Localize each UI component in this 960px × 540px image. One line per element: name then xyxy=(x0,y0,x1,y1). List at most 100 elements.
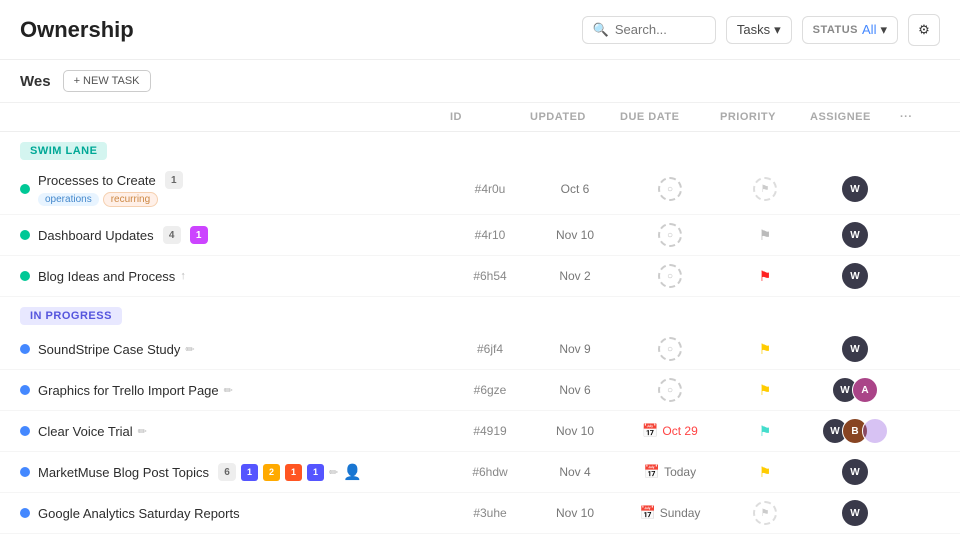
task-name-cell: Graphics for Trello Import Page ✏ xyxy=(20,383,450,398)
task-priority-cell: ⚑ xyxy=(720,177,810,201)
task-name[interactable]: Google Analytics Saturday Reports xyxy=(38,506,240,521)
filter-button[interactable]: ⚙ xyxy=(908,14,940,46)
num-badge-2: 2 xyxy=(263,464,280,481)
new-task-button[interactable]: + NEW TASK xyxy=(63,70,151,92)
filter-icon: ⚙ xyxy=(918,22,930,38)
tasks-label: Tasks xyxy=(737,22,770,37)
col-assignee: ASSIGNEE xyxy=(810,111,900,123)
task-updated: Nov 4 xyxy=(559,465,590,479)
table-row: Processes to Create 1 operations recurri… xyxy=(0,164,960,215)
user-name: Wes xyxy=(20,73,51,90)
table-row: MarketMuse Blog Post Topics 6 1 2 1 1 ✏ … xyxy=(0,452,960,493)
due-date-icon: ○ xyxy=(658,264,682,288)
status-text: STATUS xyxy=(813,24,858,36)
task-assignee-cell: W xyxy=(810,336,900,362)
search-input[interactable] xyxy=(615,22,705,37)
status-dropdown[interactable]: STATUS All ▾ xyxy=(802,16,898,44)
edit-icon[interactable]: ✏ xyxy=(138,425,147,438)
person-add-icon[interactable]: 👤 xyxy=(343,463,362,481)
status-dot xyxy=(20,230,30,240)
task-name-wrapper: Blog Ideas and Process ↑ xyxy=(38,269,186,284)
search-icon: 🔍 xyxy=(593,22,609,38)
task-updated-cell: Nov 10 xyxy=(530,424,620,438)
priority-flag-gray: ⚑ xyxy=(759,227,772,244)
task-name[interactable]: Dashboard Updates xyxy=(38,228,154,243)
task-priority-cell: ⚑ xyxy=(720,268,810,285)
task-priority-cell: ⚑ xyxy=(720,501,810,525)
task-updated-cell: Nov 10 xyxy=(530,228,620,242)
task-updated-cell: Nov 4 xyxy=(530,465,620,479)
task-name[interactable]: Clear Voice Trial xyxy=(38,424,133,439)
num-badge-3: 1 xyxy=(285,464,302,481)
edit-icon[interactable]: ✏ xyxy=(224,384,233,397)
task-id: #4r10 xyxy=(475,228,506,242)
task-id-cell: #6gze xyxy=(450,383,530,397)
task-name-cell: Google Analytics Saturday Reports xyxy=(20,506,450,521)
task-id: #4919 xyxy=(473,424,506,438)
num-badge-1: 1 xyxy=(241,464,258,481)
more-options-icon: ··· xyxy=(900,111,913,123)
task-assignee-cell: W xyxy=(810,263,900,289)
task-updated-cell: Nov 6 xyxy=(530,383,620,397)
avatar: W xyxy=(842,500,868,526)
task-id: #6h54 xyxy=(473,269,506,283)
status-dot xyxy=(20,271,30,281)
search-box[interactable]: 🔍 xyxy=(582,16,716,44)
header-right: 🔍 Tasks ▾ STATUS All ▾ ⚙ xyxy=(582,14,940,46)
page-title: Ownership xyxy=(20,17,582,43)
task-id-cell: #6jf4 xyxy=(450,342,530,356)
due-date-display: 📅 Today xyxy=(644,464,696,480)
task-name[interactable]: SoundStripe Case Study xyxy=(38,342,180,357)
task-id-cell: #4919 xyxy=(450,424,530,438)
task-name[interactable]: Blog Ideas and Process xyxy=(38,269,175,284)
chevron-down-icon: ▾ xyxy=(774,22,781,38)
avatar: W xyxy=(842,336,868,362)
priority-flag-yellow: ⚑ xyxy=(759,382,772,399)
calendar-icon: 📅 xyxy=(644,464,660,480)
avatars-group: W A xyxy=(832,377,878,403)
task-name-wrapper: Dashboard Updates 4 1 xyxy=(38,226,208,244)
header: Ownership 🔍 Tasks ▾ STATUS All ▾ ⚙ xyxy=(0,0,960,60)
due-date-display: 📅 Sunday xyxy=(640,505,701,521)
table-row: SoundStripe Case Study ✏ #6jf4 Nov 9 ○ ⚑… xyxy=(0,329,960,370)
priority-flag-cyan: ⚑ xyxy=(759,423,772,440)
task-id-cell: #3uhe xyxy=(450,506,530,520)
col-more: ··· xyxy=(900,111,940,123)
col-priority: PRIORITY xyxy=(720,111,810,123)
task-name-cell: SoundStripe Case Study ✏ xyxy=(20,342,450,357)
due-date-text: Today xyxy=(664,465,696,479)
tasks-dropdown[interactable]: Tasks ▾ xyxy=(726,16,792,44)
table-row: Clear Voice Trial ✏ #4919 Nov 10 📅 Oct 2… xyxy=(0,411,960,452)
num-badge-4: 1 xyxy=(307,464,324,481)
task-name[interactable]: MarketMuse Blog Post Topics xyxy=(38,465,209,480)
badge-operations: operations xyxy=(38,193,99,206)
task-name[interactable]: Processes to Create xyxy=(38,173,156,188)
content-area: SWIM LANE Processes to Create 1 operatio… xyxy=(0,132,960,540)
task-id: #6hdw xyxy=(472,465,507,479)
status-dot xyxy=(20,184,30,194)
due-date-icon: ○ xyxy=(658,177,682,201)
task-name[interactable]: Graphics for Trello Import Page xyxy=(38,383,219,398)
table-header: ID UPDATED DUE DATE PRIORITY ASSIGNEE ··… xyxy=(0,103,960,132)
task-updated-cell: Oct 6 xyxy=(530,182,620,196)
task-assignee-cell: W A xyxy=(810,377,900,403)
avatar-ghost xyxy=(862,418,888,444)
task-priority-cell: ⚑ xyxy=(720,227,810,244)
due-date-display: 📅 Oct 29 xyxy=(642,423,698,439)
col-name xyxy=(20,111,450,123)
avatar: W xyxy=(842,459,868,485)
edit-icon[interactable]: ✏ xyxy=(329,466,338,479)
subheader: Wes + NEW TASK xyxy=(0,60,960,103)
table-row: Dashboard Updates 4 1 #4r10 Nov 10 ○ ⚑ W xyxy=(0,215,960,256)
task-name-wrapper: Processes to Create 1 operations recurri… xyxy=(38,171,183,207)
priority-flag-yellow: ⚑ xyxy=(759,464,772,481)
avatar: A xyxy=(852,377,878,403)
task-due-cell: ○ xyxy=(620,378,720,402)
task-assignee-cell: W B xyxy=(810,418,900,444)
section-in-progress: IN PROGRESS xyxy=(20,307,122,325)
task-name-cell: Dashboard Updates 4 1 xyxy=(20,226,450,244)
task-due-cell: 📅 Sunday xyxy=(620,505,720,521)
status-dot xyxy=(20,344,30,354)
edit-icon[interactable]: ✏ xyxy=(185,343,194,356)
table-row: Google Analytics Saturday Reports #3uhe … xyxy=(0,493,960,534)
